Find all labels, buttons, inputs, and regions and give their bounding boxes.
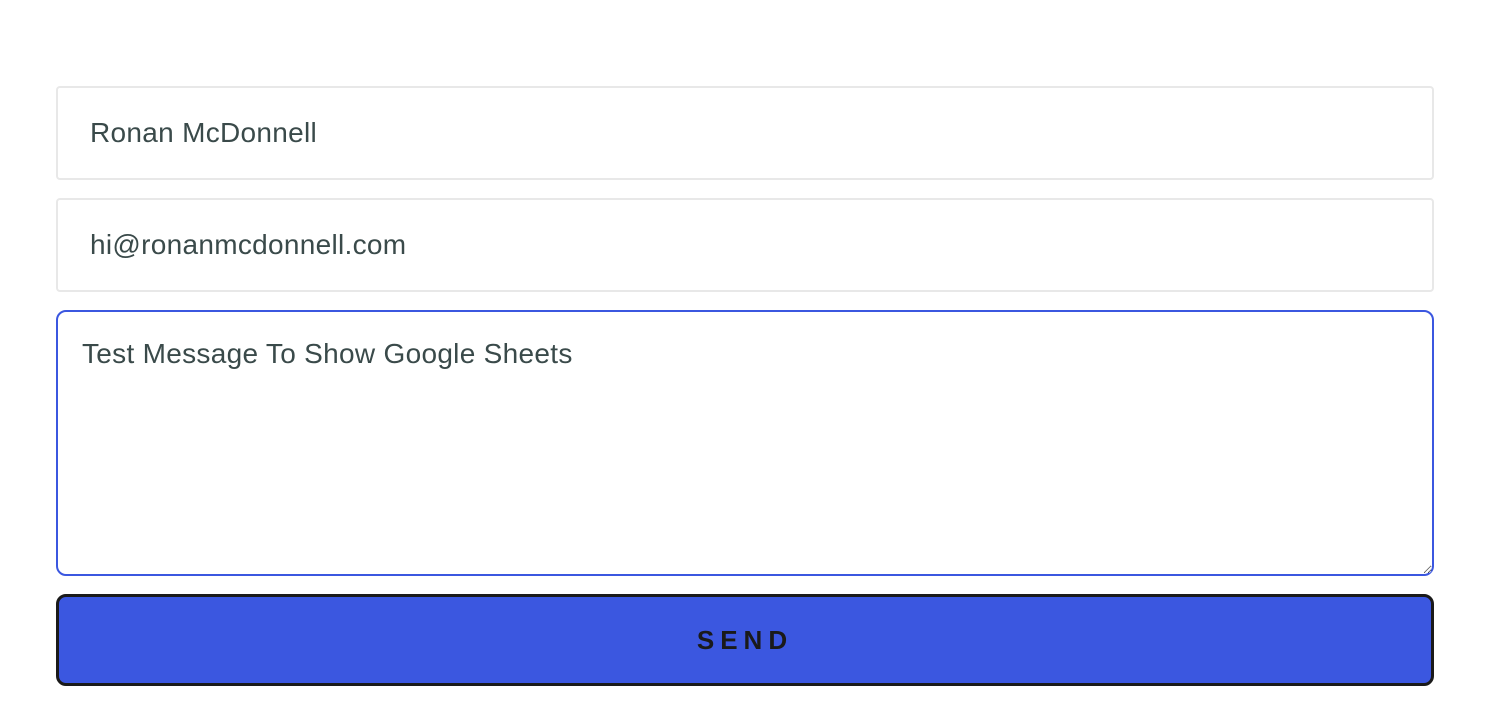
name-input[interactable] bbox=[56, 86, 1434, 180]
contact-form: Test Message To Show Google Sheets SEND bbox=[56, 86, 1434, 686]
email-input[interactable] bbox=[56, 198, 1434, 292]
message-textarea[interactable]: Test Message To Show Google Sheets bbox=[56, 310, 1434, 576]
send-button[interactable]: SEND bbox=[56, 594, 1434, 686]
